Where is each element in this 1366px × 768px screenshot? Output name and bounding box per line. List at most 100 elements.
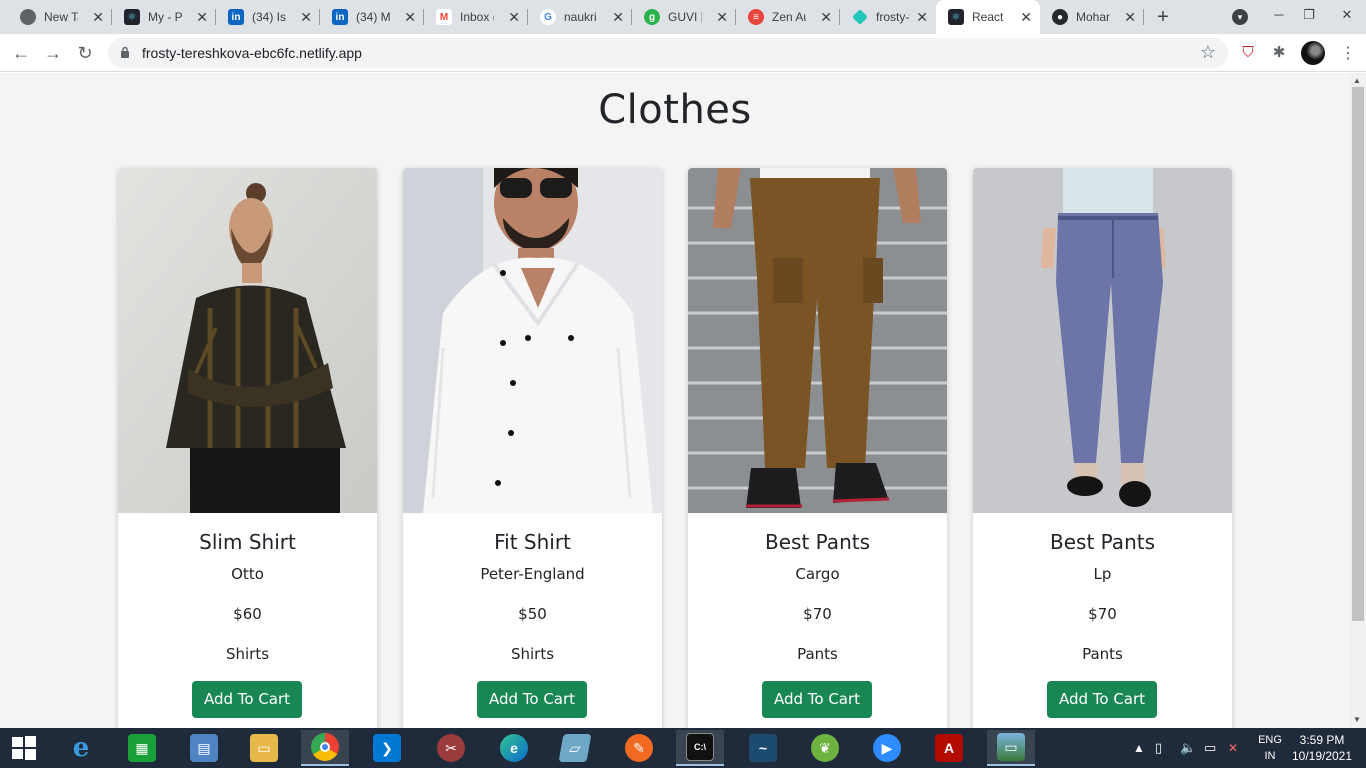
profile-avatar[interactable] xyxy=(1301,41,1325,65)
taskbar-app[interactable]: ▭ xyxy=(240,730,288,766)
close-icon[interactable]: ✕ xyxy=(716,9,728,25)
scroll-up-icon[interactable]: ▲ xyxy=(1353,76,1361,85)
tab-title: Zen Au xyxy=(772,10,806,24)
browser-tab[interactable]: in (34) Ism ✕ xyxy=(216,0,320,34)
product-name: Slim Shirt xyxy=(199,530,296,554)
mysql-icon: ~ xyxy=(749,734,777,762)
bookmark-star-icon[interactable]: ☆ xyxy=(1200,42,1216,63)
lock-icon[interactable] xyxy=(120,46,130,58)
taskbar-app[interactable]: ✂ xyxy=(427,730,475,766)
command-prompt-icon: C:\ xyxy=(686,733,714,761)
taskbar-app[interactable]: ▱ xyxy=(551,730,599,766)
taskbar-app[interactable]: ▤ xyxy=(180,730,228,766)
browser-tab[interactable]: ⚛ My - Po ✕ xyxy=(112,0,216,34)
browser-tab[interactable]: g GUVI | ✕ xyxy=(632,0,736,34)
zoom-icon: ▶ xyxy=(873,734,901,762)
close-icon[interactable]: ✕ xyxy=(300,9,312,25)
product-card: Best Pants Lp $70 Pants Add To Cart xyxy=(973,168,1232,728)
taskbar-app[interactable]: ❯ xyxy=(363,730,411,766)
scrollbar-thumb[interactable] xyxy=(1352,87,1364,621)
postman-icon: ✎ xyxy=(625,734,653,762)
netlify-icon xyxy=(852,9,868,25)
browser-tab[interactable]: ● Mohan ✕ xyxy=(1040,0,1144,34)
close-icon[interactable]: ✕ xyxy=(916,9,928,25)
taskbar-app[interactable]: ~ xyxy=(739,730,787,766)
close-icon[interactable]: ✕ xyxy=(612,9,624,25)
tab-title: React A xyxy=(972,10,1006,24)
product-name: Fit Shirt xyxy=(494,530,571,554)
close-icon[interactable]: ✕ xyxy=(404,9,416,25)
extension-icon[interactable]: ⛉ xyxy=(1238,43,1258,63)
browser-tab[interactable]: G naukri ✕ xyxy=(528,0,632,34)
forward-icon[interactable]: → xyxy=(41,41,65,65)
close-icon[interactable]: ✕ xyxy=(820,9,832,25)
menu-icon[interactable]: ⋮ xyxy=(1340,43,1356,63)
taskbar-app[interactable]: e xyxy=(490,730,538,766)
address-bar[interactable]: frosty-tereshkova-ebc6fc.netlify.app ☆ xyxy=(108,38,1228,68)
window-close-icon[interactable]: ✕ xyxy=(1328,0,1366,34)
browser-tab[interactable]: M Inbox ( ✕ xyxy=(424,0,528,34)
network-icon[interactable]: ▭ xyxy=(1204,728,1216,768)
taskbar-app[interactable]: ▦ xyxy=(118,730,166,766)
clock-time: 3:59 PM xyxy=(1299,733,1345,747)
tab-title: frosty-t xyxy=(876,10,910,24)
product-category: Shirts xyxy=(225,645,270,663)
volume-icon[interactable]: 🔈 xyxy=(1180,728,1196,768)
chrome-icon xyxy=(311,733,339,761)
url-text[interactable]: frosty-tereshkova-ebc6fc.netlify.app xyxy=(142,45,362,61)
taskbar-app[interactable]: ✎ xyxy=(615,730,663,766)
taskbar-app-active[interactable] xyxy=(301,730,349,766)
browser-tab[interactable]: frosty-t ✕ xyxy=(840,0,936,34)
taskbar-app[interactable]: ▭ xyxy=(987,730,1035,766)
taskbar-app[interactable]: e xyxy=(57,730,105,766)
add-to-cart-button[interactable]: Add To Cart xyxy=(477,681,587,718)
taskbar-app[interactable]: C:\ xyxy=(676,730,724,766)
add-to-cart-button[interactable]: Add To Cart xyxy=(1047,681,1157,718)
battery-icon[interactable]: ▯ xyxy=(1155,728,1162,768)
close-icon[interactable]: ✕ xyxy=(196,9,208,25)
product-category: Pants xyxy=(1082,645,1123,663)
store-icon: ▦ xyxy=(128,734,156,762)
scroll-down-icon[interactable]: ▼ xyxy=(1353,715,1361,724)
product-price: $50 xyxy=(518,605,547,623)
new-tab-icon[interactable]: + xyxy=(1152,6,1174,28)
tray-chevron-icon[interactable]: ▲ xyxy=(1133,728,1145,768)
taskbar-app[interactable]: ❦ xyxy=(801,730,849,766)
guvi-icon: g xyxy=(644,9,660,25)
tab-title: (34) Mo xyxy=(356,10,390,24)
page-title: Clothes xyxy=(598,87,752,133)
back-icon[interactable]: ← xyxy=(9,41,33,65)
tab-title: GUVI | xyxy=(668,10,702,24)
close-icon[interactable]: ✕ xyxy=(1124,9,1136,25)
notification-icon[interactable]: ✕ xyxy=(1228,728,1238,768)
browser-tab-strip: New Ta ✕ ⚛ My - Po ✕ in (34) Ism ✕ in (3… xyxy=(0,0,1366,34)
close-icon[interactable]: ✕ xyxy=(92,9,104,25)
browser-tab[interactable]: ≡ Zen Au ✕ xyxy=(736,0,840,34)
react-icon: ⚛ xyxy=(124,9,140,25)
browser-tab[interactable]: New Ta ✕ xyxy=(8,0,112,34)
reload-icon[interactable]: ↻ xyxy=(73,41,97,65)
page-scrollbar[interactable]: ▲ ▼ xyxy=(1350,73,1366,728)
product-image xyxy=(403,168,662,513)
taskbar-app[interactable]: A xyxy=(925,730,973,766)
product-brand: Peter-England xyxy=(480,565,585,583)
product-brand: Lp xyxy=(1093,565,1112,583)
minimize-icon[interactable]: ─ xyxy=(1264,0,1294,34)
close-icon[interactable]: ✕ xyxy=(508,9,520,25)
leaf-app-icon: ❦ xyxy=(811,734,839,762)
taskbar-app[interactable]: ▶ xyxy=(863,730,911,766)
extensions-puzzle-icon[interactable]: ✱ xyxy=(1269,43,1289,63)
browser-tab-active[interactable]: ⚛ React A ✕ xyxy=(936,0,1040,34)
add-to-cart-button[interactable]: Add To Cart xyxy=(192,681,302,718)
input-language[interactable]: ENG IN xyxy=(1256,732,1284,764)
system-clock[interactable]: 3:59 PM 10/19/2021 xyxy=(1290,732,1354,764)
add-to-cart-button[interactable]: Add To Cart xyxy=(762,681,872,718)
close-icon[interactable]: ✕ xyxy=(1020,9,1032,25)
region-code: IN xyxy=(1264,750,1276,762)
browser-tab[interactable]: in (34) Mo ✕ xyxy=(320,0,424,34)
start-button[interactable] xyxy=(0,730,48,766)
restore-icon[interactable]: ❐ xyxy=(1294,0,1324,34)
browser-toolbar: ← → ↻ frosty-tereshkova-ebc6fc.netlify.a… xyxy=(0,34,1366,72)
google-icon: G xyxy=(540,9,556,25)
tab-search-icon[interactable]: ▾ xyxy=(1232,9,1248,25)
